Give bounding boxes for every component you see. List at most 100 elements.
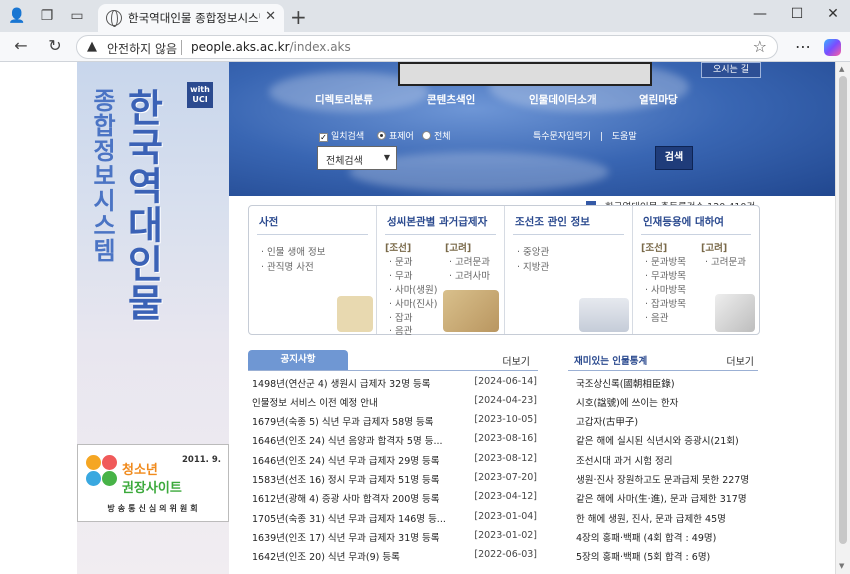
scroll-illustration-icon [443,290,499,332]
card-link[interactable]: · 고려문과 [449,254,490,268]
stats-row[interactable]: 한 해에 생원, 진사, 문과 급제한 45명 [576,511,758,525]
notice-row[interactable]: 1642년(인조 20) 식년 무과(9) 등록 [2022-06-03] [252,547,537,565]
card-title[interactable]: 사전 [259,214,278,229]
stats-row[interactable]: 조선시대 과거 시험 정리 [576,453,758,467]
reload-icon[interactable]: ↻ [44,36,66,55]
stats-row[interactable]: 같은 해에 사마(生·進), 문과 급제한 317명 [576,491,758,505]
card-link[interactable]: · 인물 생애 정보 [261,244,326,258]
notice-row[interactable]: 1498년(연산군 4) 생원시 급제자 32명 등록 [2024-06-14] [252,374,537,392]
option-exact[interactable]: ✓ 일치검색 [319,129,364,142]
back-arrow-icon[interactable]: ← [10,36,32,55]
notice-row[interactable]: 인물정보 서비스 이전 예정 안내 [2024-04-23] [252,393,537,411]
url-text[interactable]: people.aks.ac.kr/index.aks [191,40,351,54]
select-value: 전체검색 [326,156,363,167]
radio-icon[interactable] [422,131,431,140]
new-tab-icon[interactable]: + [290,5,307,29]
copilot-icon[interactable] [824,39,841,56]
menu-contents-index[interactable]: 콘텐츠색인 [427,92,475,107]
tab-actions-icon[interactable]: ▭ [68,7,86,25]
stats-row[interactable]: 생원·진사 장원하고도 문과급제 못한 227명 [576,472,758,486]
card-link[interactable]: · 지방관 [517,259,549,273]
notice-more-link[interactable]: 더보기 [502,353,530,368]
notice-row[interactable]: 1646년(인조 24) 식년 무과 급제자 29명 등록 [2023-08-12… [252,451,537,469]
maximize-icon[interactable]: ☐ [787,6,807,22]
stats-row[interactable]: 시호(諡號)에 쓰이는 한자 [576,395,758,409]
special-char-link[interactable]: 특수문자입력기 [533,132,591,142]
directions-link[interactable]: 오시는 길 [701,62,761,78]
globe-icon [106,10,122,27]
card-link[interactable]: · 사마방목 [645,282,686,296]
tab-active[interactable]: 한국역대인물 종합정보시스템 - 징 ✕ [98,4,284,32]
hero-sublinks: 특수문자입력기 | 도움말 [533,132,637,142]
address-bar[interactable]: ▲ 안전하지 않음 people.aks.ac.kr/index.aks ☆ [76,35,778,59]
clover-icon [86,455,120,489]
more-menu-icon[interactable]: ⋯ [795,37,811,56]
group-label: [조선] [641,243,668,254]
insecure-label[interactable]: 안전하지 않음 [107,40,177,57]
notice-row[interactable]: 1612년(광해 4) 증광 사마 합격자 200명 등록 [2023-04-12… [252,489,537,507]
card-link[interactable]: · 음관 [389,323,413,337]
card-link[interactable]: · 중앙관 [517,244,549,258]
search-scope-select[interactable]: 전체검색 ▼ [317,146,397,170]
stats-more-link[interactable]: 더보기 [726,353,754,368]
scroll-thumb[interactable] [839,76,847,544]
favorite-star-icon[interactable]: ☆ [753,37,767,56]
option-expression[interactable]: 표제어 [377,129,414,142]
building-illustration-icon [579,298,629,332]
card-link[interactable]: · 문과 [389,254,413,268]
notice-row[interactable]: 1646년(인조 24) 식년 음양과 합격자 5명 등... [2023-08-… [252,431,537,449]
card-link[interactable]: · 무과 [389,268,413,282]
card-link[interactable]: · 잡과 [389,310,413,324]
option-all[interactable]: 전체 [422,129,451,142]
card-link[interactable]: · 문과방목 [645,254,686,268]
card-link[interactable]: · 관직명 사전 [261,259,314,273]
divider [181,40,182,55]
site-title-main[interactable]: 한국역대인물 [115,88,170,322]
search-input[interactable] [398,62,652,86]
check-icon[interactable]: ✓ [319,133,328,142]
menu-data-intro[interactable]: 인물데이터소개 [529,92,597,107]
card-link[interactable]: · 고려문과 [705,254,746,268]
card-link[interactable]: · 사마(진사) [389,296,437,310]
stats-row[interactable]: 4장의 홍패·백패 (4회 합격 : 49명) [576,530,758,544]
youth-site-banner[interactable]: 2011. 9. 청소년 권장사이트 방송통신심의위원회 [77,444,229,522]
hero-search-panel: 오시는 길 디렉토리분류 콘텐츠색인 인물데이터소개 열린마당 ✓ 일치검색 표제… [229,62,835,196]
notice-row[interactable]: 1583년(선조 16) 정시 무과 급제자 51명 등록 [2023-07-20… [252,470,537,488]
workspaces-icon[interactable]: ❐ [38,7,56,25]
card-officials: 조선조 관인 정보 · 중앙관 · 지방관 [505,206,633,334]
tab-notice[interactable]: 공지사항 [248,350,348,370]
radio-icon[interactable] [377,131,386,140]
group-label: [조선] [385,243,412,254]
scroll-down-icon[interactable]: ▼ [839,562,844,570]
site-title-sub[interactable]: 종합정보시스템 [85,88,120,263]
notice-row[interactable]: 1705년(숙종 31) 식년 무과 급제자 146명 등... [2023-01… [252,509,537,527]
stats-row[interactable]: 같은 해에 실시된 식년시와 증광시(21회) [576,433,758,447]
close-icon[interactable]: ✕ [265,9,276,24]
card-title[interactable]: 인재등용에 대하여 [643,214,724,229]
search-button[interactable]: 검색 [655,146,693,170]
notice-row[interactable]: 1639년(인조 17) 식년 무과 급제자 31명 등록 [2023-01-02… [252,528,537,546]
menu-directory[interactable]: 디렉토리분류 [315,92,373,107]
scroll-up-icon[interactable]: ▲ [839,65,844,73]
card-link[interactable]: · 잡과방목 [645,296,686,310]
chevron-down-icon: ▼ [383,153,390,162]
notice-row[interactable]: 1679년(숙종 5) 식년 무과 급제자 58명 등록 [2023-10-05] [252,412,537,430]
stats-row[interactable]: 5장의 홍패·백패 (5회 합격 : 6명) [576,549,758,563]
stats-row[interactable]: 고갑자(古甲子) [576,414,758,428]
card-link[interactable]: · 음관 [645,310,669,324]
stats-row[interactable]: 국조상신록(國朝相臣錄) [576,376,758,390]
url-path: /index.aks [289,40,351,54]
minimize-icon[interactable]: — [750,6,770,22]
profile-icon[interactable]: 👤 [8,7,26,25]
vertical-scrollbar[interactable]: ▲ ▼ [835,62,850,574]
window-close-icon[interactable]: ✕ [823,6,843,22]
card-link[interactable]: · 사마(생원) [389,282,437,296]
warning-icon[interactable]: ▲ [87,39,97,54]
help-link[interactable]: 도움말 [612,132,637,142]
card-link[interactable]: · 고려사마 [449,268,490,282]
menu-open-forum[interactable]: 열린마당 [639,92,678,107]
card-link[interactable]: · 무과방목 [645,268,686,282]
card-title[interactable]: 조선조 관인 정보 [515,214,590,229]
card-recruitment: 인재등용에 대하여 [조선] [고려] · 문과방목 · 무과방목 · 사마방목… [633,206,759,334]
card-title[interactable]: 성씨본관별 과거급제자 [387,214,487,229]
